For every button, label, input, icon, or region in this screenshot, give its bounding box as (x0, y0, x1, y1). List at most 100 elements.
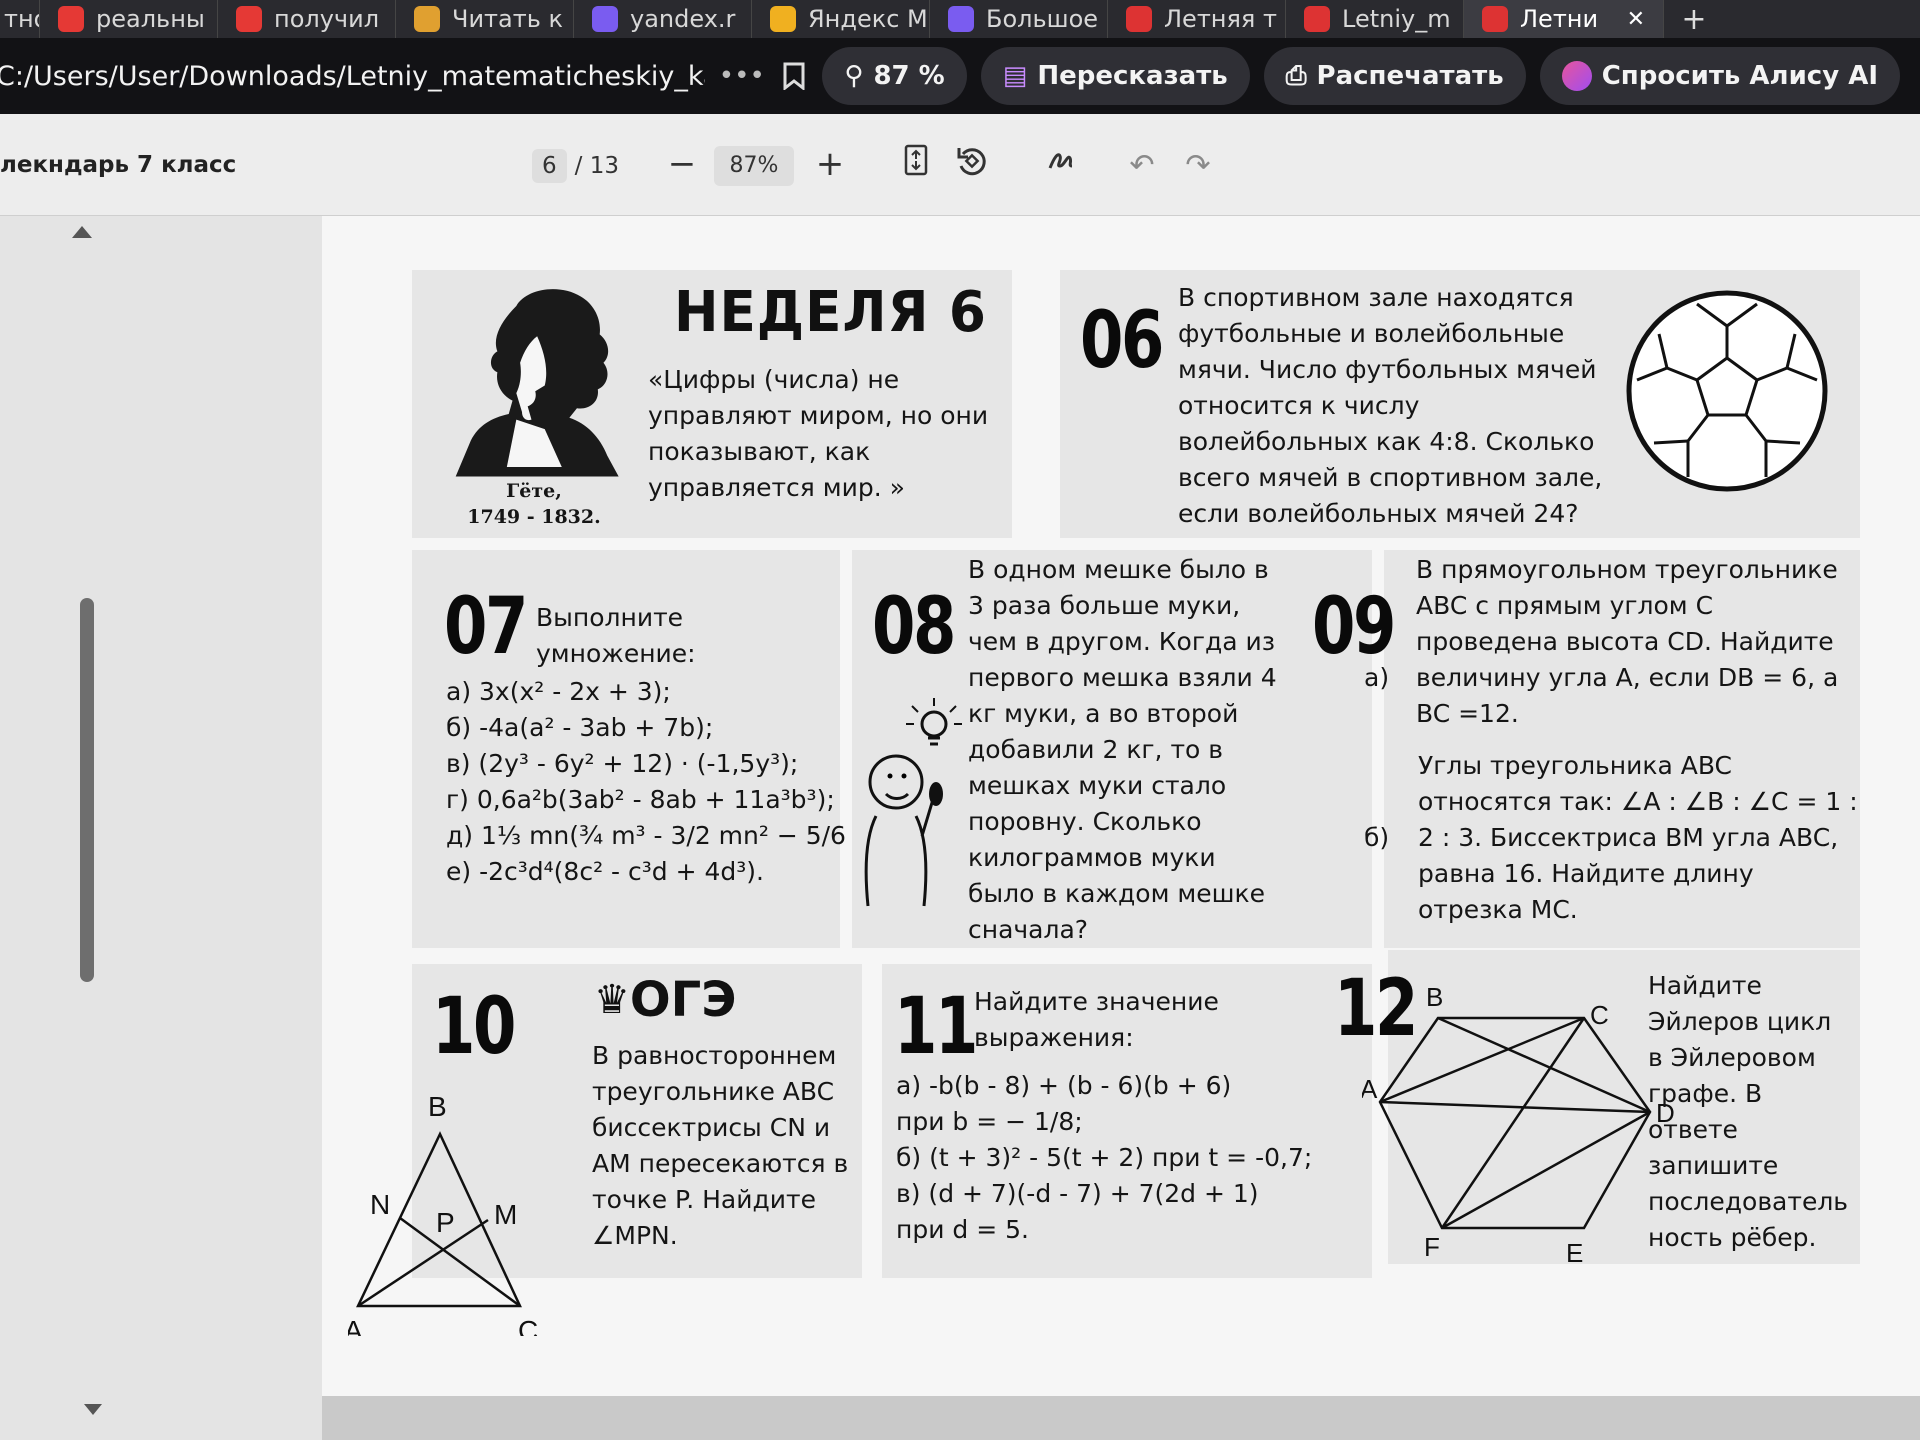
more-icon[interactable]: ••• (719, 61, 765, 91)
draw-icon[interactable] (1040, 144, 1084, 188)
text-line: первого мешка взяли 4 (968, 663, 1277, 692)
label-N: N (370, 1189, 390, 1220)
tab-2[interactable]: получил (218, 0, 396, 38)
oge-badge: ♛ ОГЭ (594, 972, 736, 1028)
node-B: B (1426, 982, 1443, 1012)
text-line: AM пересекаются в (592, 1149, 849, 1178)
triangle-abc-figure: B A C N M P (348, 1091, 538, 1336)
problem-07-head: Выполните умножение: (536, 603, 696, 668)
label-C: C (518, 1315, 538, 1336)
text-line: б) (t + 3)² - 5(t + 2) при t = -0,7; (896, 1143, 1313, 1172)
url-field[interactable]: C:/Users/User/Downloads/Letniy_matematic… (0, 61, 705, 92)
page-total: / 13 (574, 153, 619, 179)
text-line: Эйлеров цикл (1648, 1007, 1832, 1036)
undo-icon[interactable]: ↶ (1120, 144, 1164, 188)
print-button[interactable]: ⎙ Распечатать (1263, 47, 1526, 105)
tab-4[interactable]: yandex.r (574, 0, 752, 38)
text-line: а) 3x(x² - 2x + 3); (446, 677, 671, 706)
tab-6[interactable]: Большое (930, 0, 1108, 38)
text-line: всего мячей в спортивном зале, (1178, 463, 1603, 492)
problem-11-list: а) -b(b - 8) + (b - 6)(b + 6) при b = − 1… (896, 1068, 1356, 1248)
label-B: B (428, 1091, 447, 1122)
tab-0[interactable]: тно (0, 0, 40, 38)
address-bar: C:/Users/User/Downloads/Letniy_matematic… (0, 38, 1920, 114)
tab-label: yandex.r (630, 5, 736, 33)
zoom-pill[interactable]: ⚲ 87 % (822, 47, 967, 105)
text-line: при b = − 1/8; (896, 1107, 1083, 1136)
text-line: отрезка MC. (1418, 895, 1578, 924)
tab-label: Читать к (452, 5, 563, 33)
text-line: «Цифры (числа) не (648, 365, 900, 394)
author-name: Гёте, (506, 480, 562, 502)
new-tab-button[interactable]: + (1664, 2, 1724, 37)
problem-06-text: В спортивном зале находятся футбольные и … (1178, 280, 1602, 532)
tab-3[interactable]: Читать к (396, 0, 574, 38)
text-line: футбольные и волейбольные (1178, 319, 1565, 348)
tab-label: тно (4, 5, 39, 33)
retell-button[interactable]: ▤ Пересказать (980, 47, 1250, 105)
zoom-in-button[interactable]: + (810, 142, 850, 186)
fit-page-icon[interactable] (894, 144, 938, 188)
problem-09-b-text: Углы треугольника ABC относятся так: ∠A :… (1418, 748, 1858, 928)
text-line: при d = 5. (896, 1215, 1029, 1244)
problem-08-text: В одном мешке было в 3 раза больше муки, ч… (968, 552, 1280, 948)
redo-icon[interactable]: ↷ (1176, 144, 1220, 188)
zoom-out-button[interactable]: − (662, 142, 702, 186)
node-E: E (1566, 1238, 1583, 1268)
sidebar-scrollbar[interactable] (80, 598, 94, 982)
tab-label: Летни (1520, 5, 1599, 33)
author-years: 1749 - 1832. (467, 506, 601, 528)
scroll-down-icon[interactable] (84, 1404, 102, 1415)
text-line: треугольнике ABC (592, 1077, 835, 1106)
text-line: биссектрисы CN и (592, 1113, 831, 1142)
pdf-toolbar: лекндарь 7 класс 6 / 13 − 87% + ↶ ↷ (0, 114, 1920, 216)
text-line: проведена высота CD. Найдите (1416, 627, 1834, 656)
tab-8[interactable]: Letniy_m (1286, 0, 1464, 38)
text-line: было в каждом мешке (968, 879, 1265, 908)
text-line: поровну. Сколько (968, 807, 1202, 836)
text-line: Найдите значение (974, 987, 1219, 1016)
retell-label: Пересказать (1037, 61, 1228, 91)
play-icon (592, 6, 618, 32)
text-line: г) 0,6a²b(3ab² - 8ab + 11a³b³); (446, 785, 835, 814)
problem-10-text: В равностороннем треугольнике ABC биссектр… (592, 1038, 852, 1254)
text-line: ответе (1648, 1115, 1738, 1144)
tab-5[interactable]: Яндекс М (752, 0, 930, 38)
pdf-icon (1126, 6, 1152, 32)
tab-9[interactable]: Летни ✕ (1464, 0, 1664, 38)
zoom-level[interactable]: 87% (714, 146, 794, 186)
text-line: а) -b(b - 8) + (b - 6)(b + 6) (896, 1071, 1232, 1100)
text-line: величину угла A, если DB = 6, а (1416, 663, 1839, 692)
euler-graph-figure: B C A D E F (1362, 982, 1675, 1268)
tab-7[interactable]: Летняя т (1108, 0, 1286, 38)
page-bottom-gap (322, 1396, 1920, 1440)
ask-alice-button[interactable]: Спросить Алису AI (1539, 47, 1900, 105)
retell-icon: ▤ (1002, 61, 1028, 91)
page-number-input[interactable]: 6 (532, 149, 567, 183)
problem-07-number: 07 (444, 582, 528, 672)
tab-1[interactable]: реальны (40, 0, 218, 38)
problem-09-a-label: а) (1364, 663, 1390, 692)
scroll-up-icon[interactable] (72, 226, 92, 238)
label-P: P (436, 1207, 455, 1238)
page-indicator: 6 / 13 (532, 146, 619, 186)
problem-08-number: 08 (872, 582, 956, 672)
week-quote: «Цифры (числа) не управляют миром, но они… (648, 362, 1020, 506)
text-line: управляется мир. » (648, 473, 905, 502)
close-icon[interactable]: ✕ (1627, 7, 1645, 32)
bookmark-icon[interactable] (779, 58, 809, 94)
text-line: В одном мешке было в (968, 555, 1269, 584)
video-icon (236, 6, 262, 32)
text-line: относится к числу (1178, 391, 1420, 420)
text-line: в) (d + 7)(-d - 7) + 7(2d + 1) (896, 1179, 1259, 1208)
pdf-page: Гёте, 1749 - 1832. НЕДЕЛЯ 6 «Цифры (числ… (322, 216, 1920, 1396)
text-line: запишите (1648, 1151, 1779, 1180)
text-line: д) 1⅓ mn(¾ m³ - 3/2 mn² − 5/6 n⁴); (446, 821, 898, 850)
text-line: сначала? (968, 915, 1089, 944)
oge-logo-icon: ♛ (594, 977, 630, 1023)
tab-strip: тно реальны получил Читать к yandex.r Яндекс … (0, 0, 1920, 38)
text-line: точке P. Найдите (592, 1185, 816, 1214)
text-line: Углы треугольника ABC (1418, 751, 1733, 780)
rotate-icon[interactable] (950, 144, 994, 188)
text-line: В равностороннем (592, 1041, 837, 1070)
